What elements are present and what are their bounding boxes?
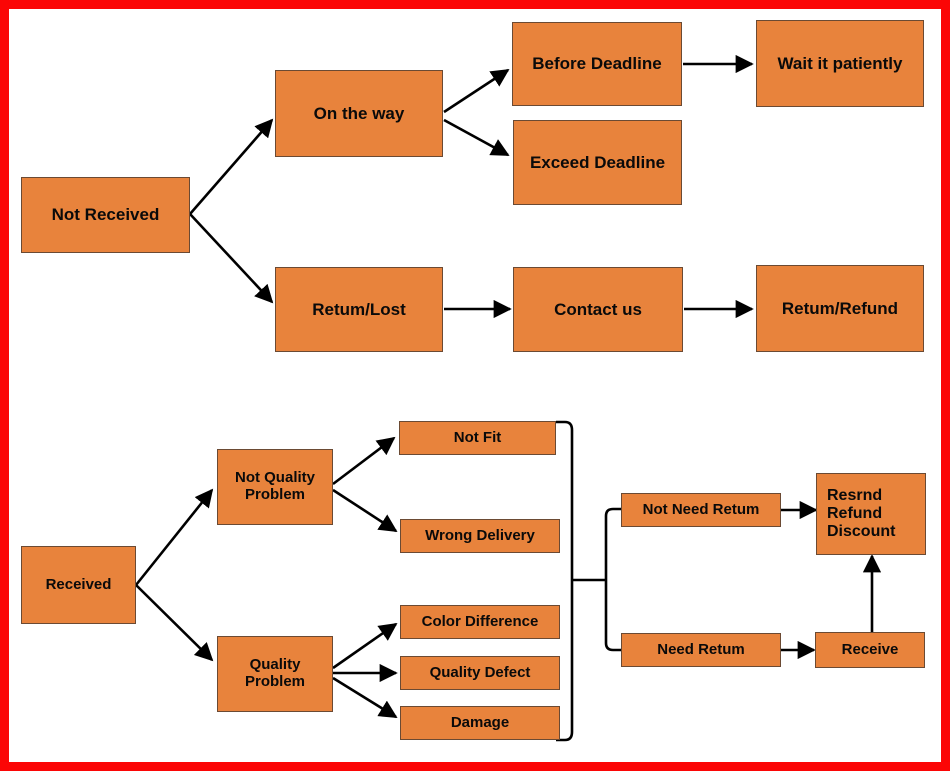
- node-resend-label-line3: Discount: [827, 522, 896, 540]
- edge-nqp-to-not-fit: [332, 436, 396, 486]
- node-quality-problem-label-line1: Quality: [249, 656, 301, 674]
- node-return-lost-label: Retum/Lost: [312, 299, 406, 319]
- node-on-the-way[interactable]: On the way: [275, 70, 443, 157]
- edge-nqp-to-wrong-delivery: [332, 488, 398, 533]
- node-not-need-return-label: Not Need Retum: [642, 500, 760, 518]
- node-need-return[interactable]: Need Retum: [621, 633, 781, 667]
- node-not-quality-problem-label-line2: Problem: [244, 486, 305, 503]
- edge-on-the-way-to-before-deadline: [443, 68, 510, 114]
- node-received-label: Received: [45, 575, 112, 593]
- edge-not-received-to-on-the-way: [189, 118, 274, 215]
- bracket-to-not-need-return: [604, 507, 622, 580]
- node-damage[interactable]: Damage: [400, 706, 560, 740]
- node-not-fit-label: Not Fit: [453, 428, 502, 446]
- node-return-refund-label: Retum/Refund: [781, 298, 899, 318]
- node-color-difference[interactable]: Color Difference: [400, 605, 560, 639]
- node-quality-problem[interactable]: Quality Problem: [217, 636, 333, 712]
- node-on-the-way-label: On the way: [313, 103, 405, 123]
- node-wrong-delivery[interactable]: Wrong Delivery: [400, 519, 560, 553]
- node-not-fit[interactable]: Not Fit: [399, 421, 556, 455]
- node-quality-defect-label: Quality Defect: [429, 663, 531, 681]
- node-resend-label-line2: Refund: [827, 505, 883, 523]
- node-exceed-deadline-label: Exceed Deadline: [529, 152, 666, 172]
- node-not-received-label: Not Received: [51, 205, 160, 225]
- node-not-quality-problem-label-line1: Not Quality: [234, 469, 315, 487]
- node-wait-it-patiently[interactable]: Wait it patiently: [756, 20, 924, 107]
- node-before-deadline-label: Before Deadline: [532, 54, 662, 74]
- node-contact-us[interactable]: Contact us: [513, 267, 683, 352]
- node-exceed-deadline[interactable]: Exceed Deadline: [513, 120, 682, 205]
- node-receive-label: Receive: [841, 640, 899, 658]
- edge-not-received-to-return-lost: [189, 213, 274, 304]
- node-resend-refund-discount[interactable]: Resrnd Refund Discount: [816, 473, 926, 555]
- node-damage-label: Damage: [450, 713, 510, 731]
- node-before-deadline[interactable]: Before Deadline: [512, 22, 682, 106]
- edge-on-the-way-to-exceed-deadline: [443, 118, 510, 157]
- node-not-need-return[interactable]: Not Need Retum: [621, 493, 781, 527]
- node-receive[interactable]: Receive: [815, 632, 925, 668]
- node-wait-it-patiently-label: Wait it patiently: [777, 53, 903, 73]
- edge-received-to-quality-problem: [135, 584, 214, 662]
- node-return-refund[interactable]: Retum/Refund: [756, 265, 924, 352]
- node-not-quality-problem[interactable]: Not Quality Problem: [217, 449, 333, 525]
- node-received[interactable]: Received: [21, 546, 136, 624]
- edge-qp-to-damage: [332, 676, 398, 719]
- bracket-to-need-return: [604, 580, 622, 652]
- node-return-lost[interactable]: Retum/Lost: [275, 267, 443, 352]
- edge-qp-to-color-difference: [332, 622, 398, 670]
- node-contact-us-label: Contact us: [554, 299, 642, 319]
- node-resend-label-line1: Resrnd: [827, 487, 883, 505]
- node-need-return-label: Need Retum: [657, 640, 745, 658]
- edge-received-to-not-quality-problem: [134, 488, 214, 586]
- node-color-difference-label: Color Difference: [421, 612, 539, 630]
- node-not-received[interactable]: Not Received: [21, 177, 190, 253]
- node-quality-defect[interactable]: Quality Defect: [400, 656, 560, 690]
- node-quality-problem-label-line2: Problem: [244, 673, 305, 690]
- bracket-leaves: [556, 420, 574, 742]
- node-wrong-delivery-label: Wrong Delivery: [425, 526, 535, 544]
- flowchart-canvas: Not Received On the way Before Deadline …: [0, 0, 950, 771]
